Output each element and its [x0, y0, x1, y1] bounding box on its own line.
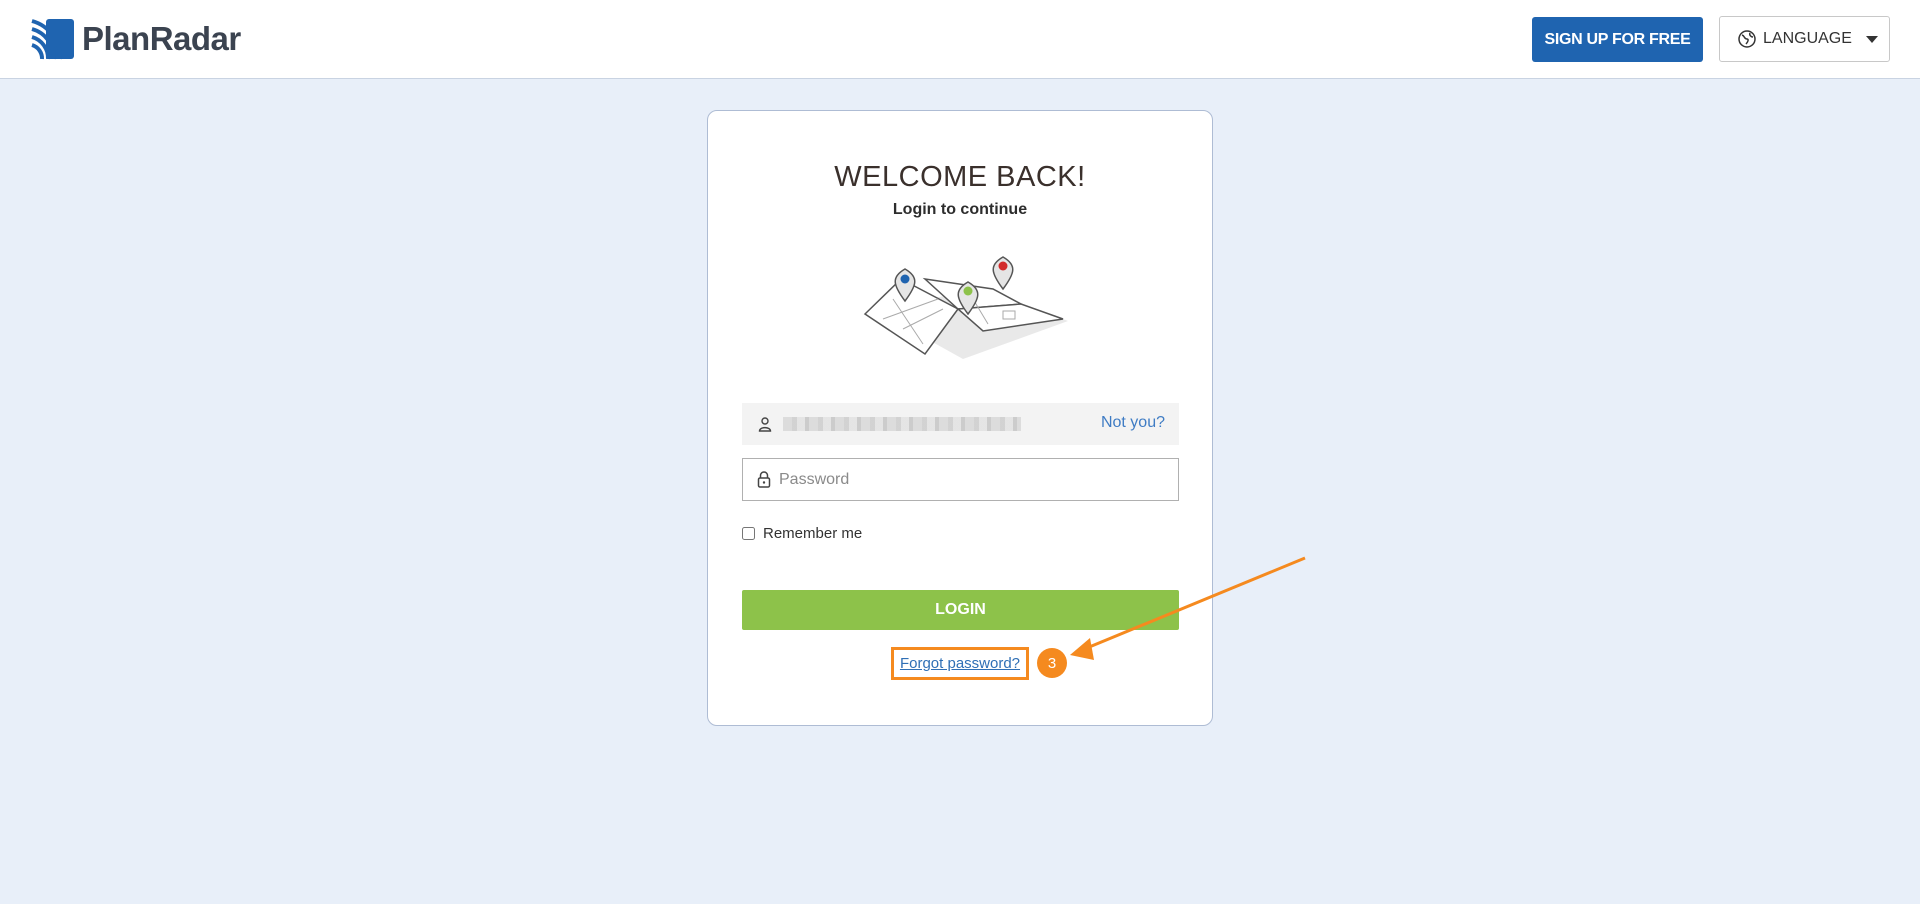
password-input[interactable] [779, 459, 1178, 500]
step-badge: 3 [1037, 648, 1067, 678]
top-header: PlanRadar SIGN UP FOR FREE LANGUAGE [0, 0, 1920, 79]
highlight-box: Forgot password? [891, 647, 1029, 680]
remember-me-label: Remember me [763, 525, 863, 542]
current-user-row: Not you? [742, 403, 1179, 445]
login-subtitle: Login to continue [892, 201, 1028, 218]
remember-me[interactable]: Remember me [742, 525, 862, 542]
caret-down-icon [1865, 35, 1878, 43]
not-you-link[interactable]: Not you? [1101, 414, 1165, 432]
language-dropdown[interactable]: LANGUAGE [1719, 16, 1890, 62]
remember-me-checkbox[interactable] [742, 527, 755, 540]
blurred-email [783, 417, 1021, 431]
login-button[interactable]: LOGIN [742, 590, 1179, 630]
sign-up-button[interactable]: SIGN UP FOR FREE [1532, 17, 1703, 62]
lock-icon [757, 471, 771, 488]
planradar-logo[interactable]: PlanRadar [30, 15, 241, 63]
forgot-password-link[interactable]: Forgot password? [894, 650, 1026, 677]
radar-logo-icon [31, 19, 74, 60]
password-field[interactable] [742, 458, 1179, 501]
login-card: WELCOME BACK! Login to continue Not you? [707, 110, 1213, 726]
map-pins-illustration [863, 256, 1068, 359]
user-icon [758, 417, 772, 432]
logo-text: PlanRadar [82, 20, 241, 57]
welcome-title: WELCOME BACK! [834, 161, 1086, 193]
globe-icon [1738, 30, 1756, 48]
language-label: LANGUAGE [1763, 30, 1852, 47]
